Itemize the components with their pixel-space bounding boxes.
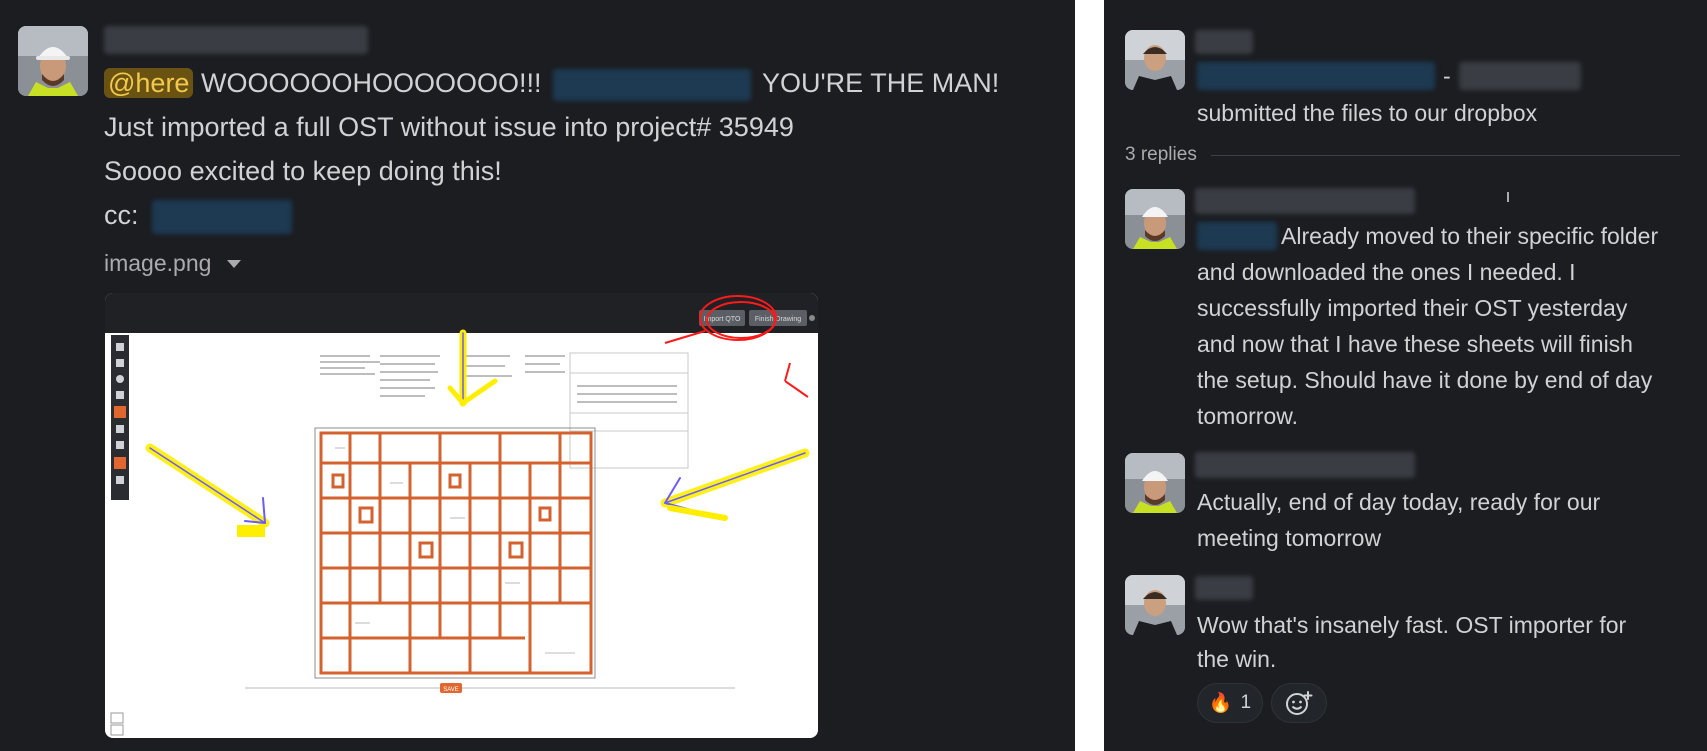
parent-line-2: submitted the files to our dropbox	[1197, 100, 1538, 126]
sender-name-redacted[interactable]	[104, 26, 368, 54]
attachment-image[interactable]: Import QTO Finish Drawing SAVE	[105, 293, 818, 738]
sender-avatar[interactable]	[18, 26, 88, 96]
cc-label: cc:	[104, 200, 139, 230]
reply-1-line-1: Already moved to their specific folder	[1281, 223, 1659, 249]
reply-2-avatar[interactable]	[1125, 453, 1185, 513]
parent-line-1: -	[1197, 62, 1581, 90]
zoom-out-icon	[110, 724, 124, 736]
shout-text: YOU'RE THE MAN!	[762, 68, 1000, 98]
reply-3-line-1: Wow that's insanely fast. OST importer f…	[1197, 612, 1627, 638]
here-mention[interactable]: @here	[104, 68, 194, 98]
reply-3-avatar[interactable]	[1125, 575, 1185, 635]
add-reaction-button[interactable]	[1271, 683, 1327, 723]
sheet-notes	[569, 352, 689, 469]
reply-3-line-2: the win.	[1197, 646, 1277, 672]
selection-box	[314, 427, 596, 679]
reaction-count: 1	[1240, 692, 1252, 713]
reply-1-line-5: the setup. Should have it done by end of…	[1197, 367, 1653, 393]
reply-2-line-1: Actually, end of day today, ready for ou…	[1197, 489, 1601, 515]
reply-1-mention-redacted[interactable]	[1197, 222, 1277, 250]
floor-plan-markup	[319, 431, 593, 675]
cc-mention-redacted[interactable]	[152, 199, 293, 234]
add-reaction-icon	[1286, 691, 1313, 715]
exclaim-text: WOOOOOOHOOOOOOO!!!	[200, 68, 542, 98]
reply-1-line-4: and now that I have these sheets will fi…	[1197, 331, 1633, 357]
annotation-arrows	[145, 329, 810, 537]
reply-1-line-3: successfully imported their OST yesterda…	[1197, 295, 1628, 321]
replies-divider: 3 replies	[1125, 144, 1680, 166]
attachment-filename[interactable]: image.png	[104, 250, 242, 277]
floor-plan-detail	[335, 447, 575, 654]
parent-company-redacted	[1458, 62, 1581, 90]
message-line-2: Just imported a full OST without issue i…	[104, 112, 794, 142]
reply-2-line-2: meeting tomorrow	[1197, 525, 1382, 551]
message-line-1: @here WOOOOOOHOOOOOOO!!! YOU'RE THE MAN!	[104, 61, 999, 105]
message-line-3: Soooo excited to keep doing this!	[104, 156, 502, 186]
parent-avatar[interactable]	[1125, 30, 1185, 90]
replies-count[interactable]: 3 replies	[1125, 144, 1197, 166]
reply-3-author-redacted[interactable]	[1195, 576, 1253, 600]
parent-author-redacted[interactable]	[1195, 30, 1253, 54]
parent-mention-redacted[interactable]	[1197, 62, 1435, 90]
settings-icon	[809, 315, 815, 321]
chevron-down-icon[interactable]	[227, 259, 242, 268]
parent-dash: -	[1443, 62, 1451, 89]
user-mention-redacted[interactable]	[553, 68, 751, 101]
save-button-text: SAVE	[443, 687, 459, 693]
reply-1-line-6: tomorrow.	[1197, 403, 1298, 429]
reply-1-author-redacted[interactable]	[1195, 188, 1415, 214]
zoom-in-icon	[110, 712, 124, 724]
fire-reaction[interactable]: 🔥 1	[1197, 683, 1263, 723]
import-qto-text: Import QTO	[704, 316, 741, 323]
message-line-cc: cc:	[104, 193, 293, 237]
finish-drawing-text: Finish Drawing	[755, 316, 801, 323]
attachment-filename-text: image.png	[104, 250, 212, 276]
divider-line	[1210, 154, 1680, 156]
main-message-panel: @here WOOOOOOHOOOOOOO!!! YOU'RE THE MAN!…	[0, 0, 1075, 751]
reply-1-avatar[interactable]	[1125, 189, 1185, 249]
sheet-note-text	[320, 355, 677, 403]
reply-1-line-2: and downloaded the ones I needed. I	[1197, 259, 1576, 285]
reply-1-timestamp-mark	[1505, 192, 1509, 202]
reply-2-author-redacted[interactable]	[1195, 452, 1415, 478]
fire-emoji-icon: 🔥	[1208, 693, 1233, 714]
